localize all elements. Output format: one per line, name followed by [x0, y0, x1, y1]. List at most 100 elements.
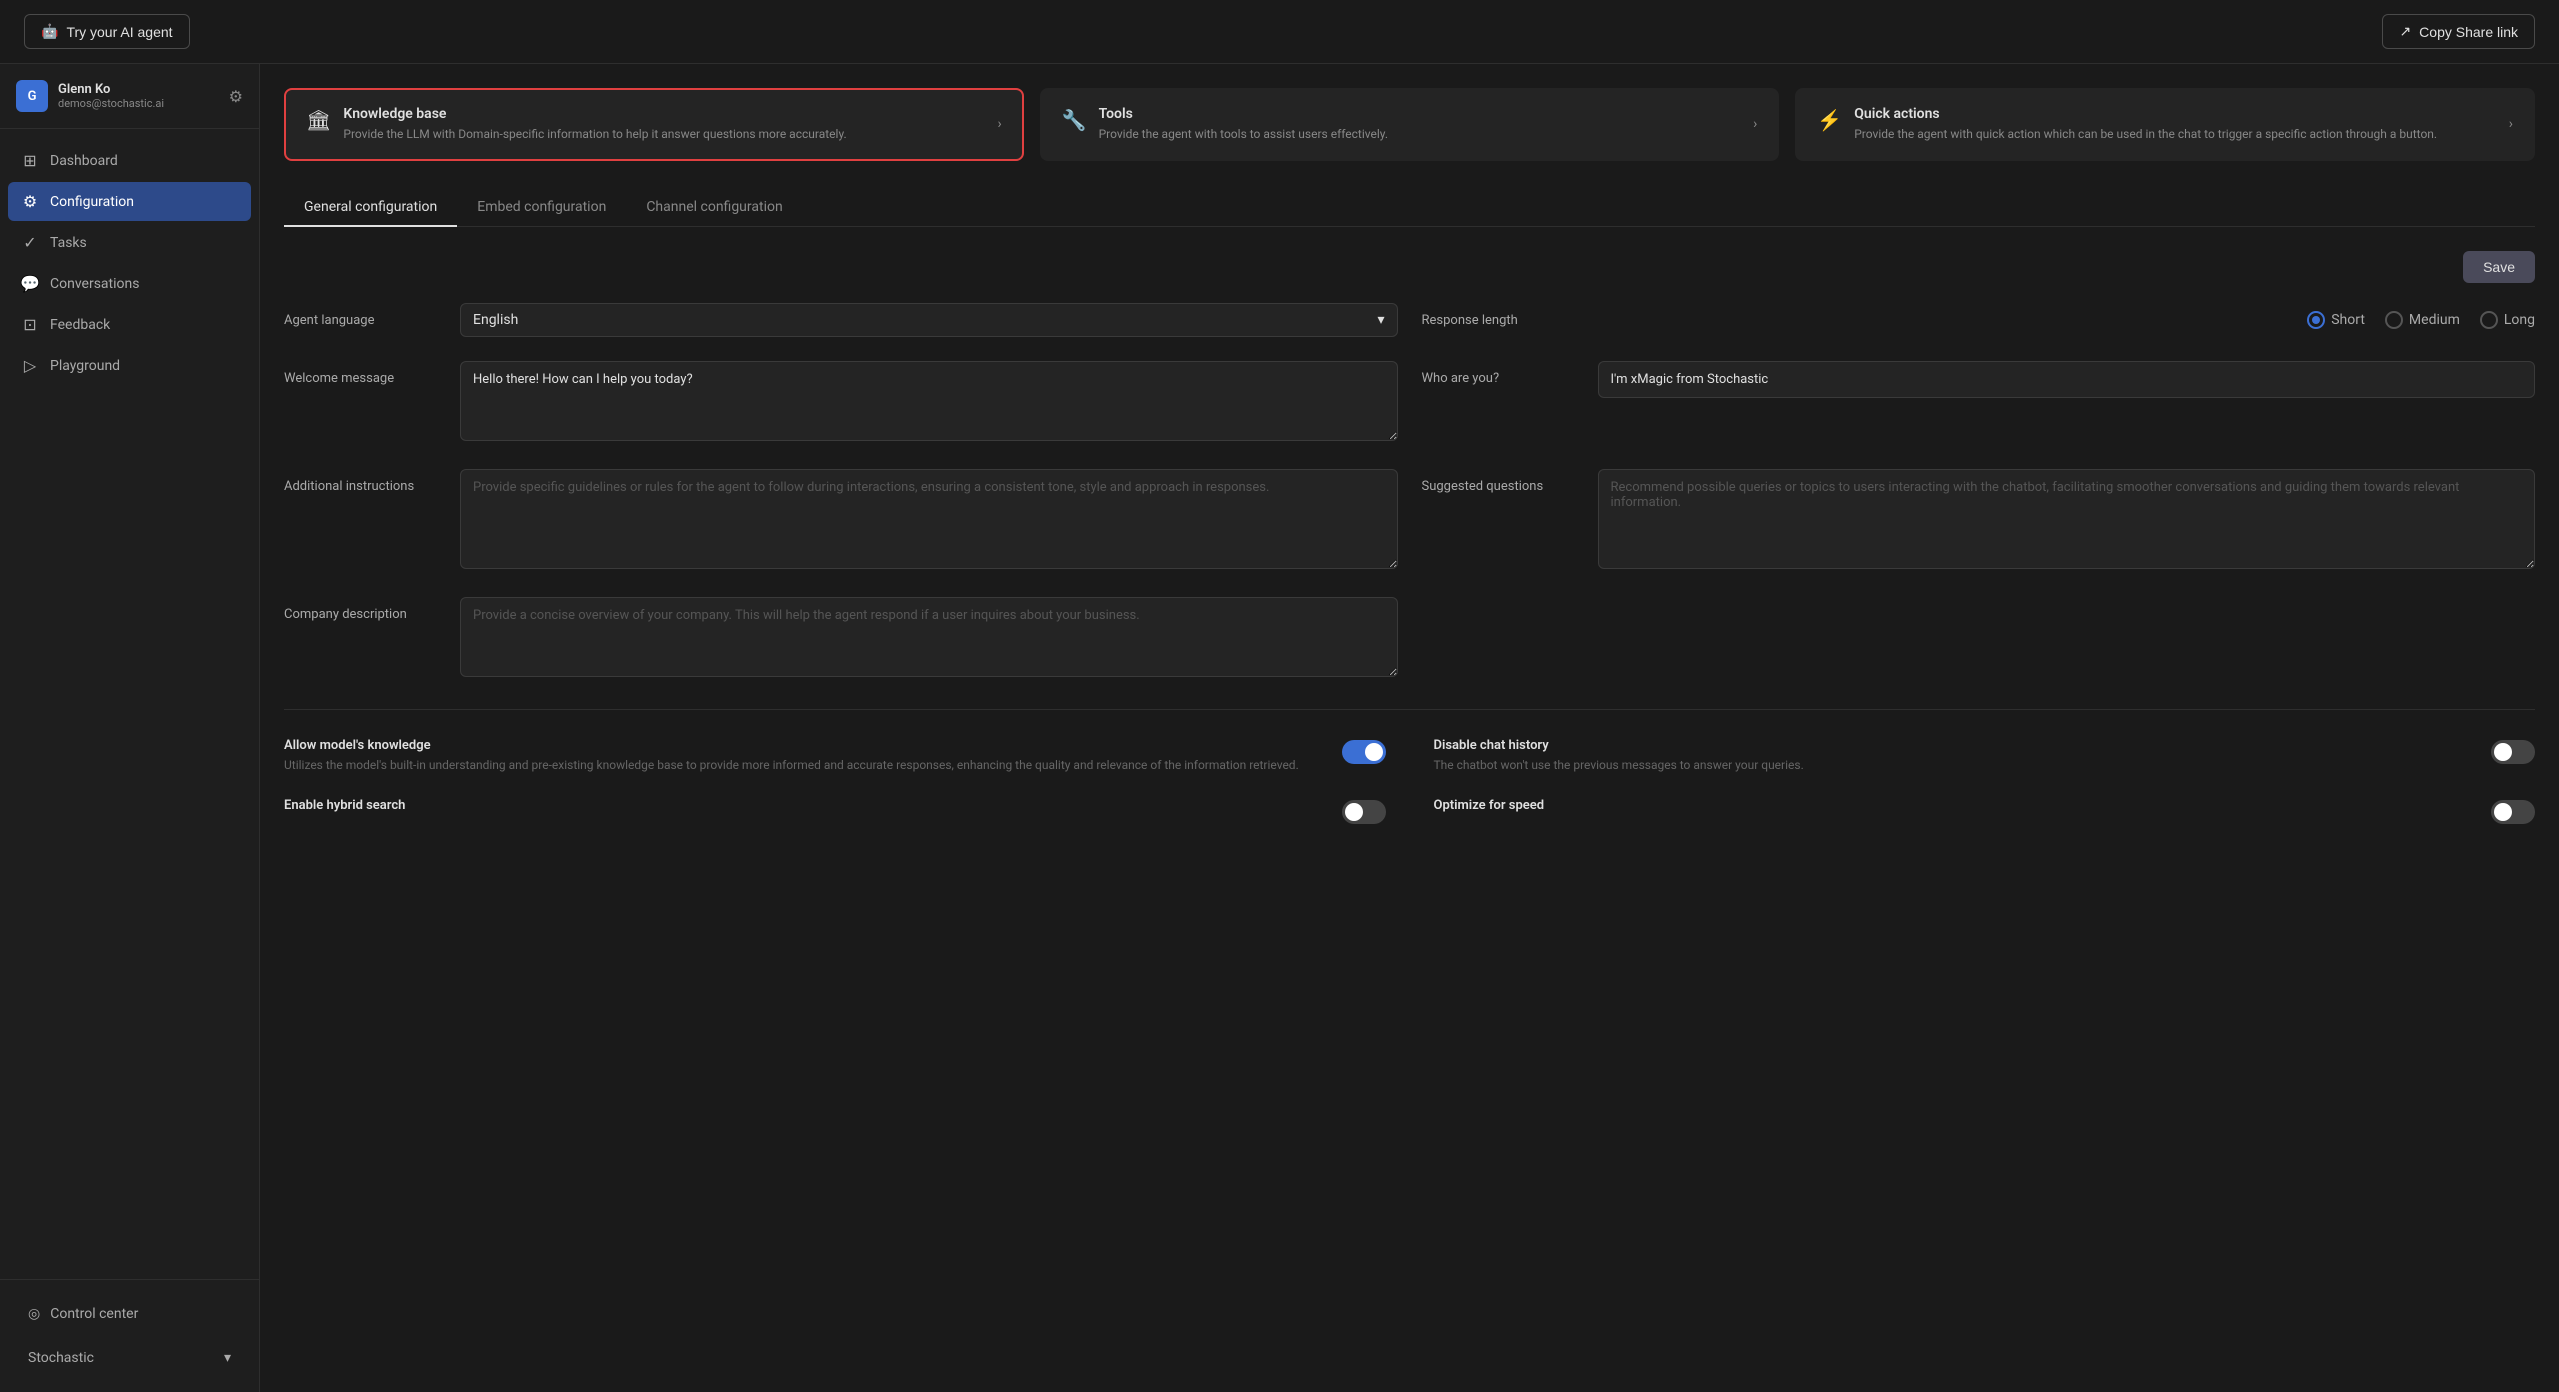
radio-circle-short — [2307, 311, 2325, 329]
suggested-questions-input[interactable] — [1598, 469, 2536, 569]
playground-label: Playground — [50, 358, 120, 374]
who-are-you-input[interactable] — [1598, 361, 2536, 398]
tab-embed[interactable]: Embed configuration — [457, 189, 626, 227]
user-email: demos@stochastic.ai — [58, 97, 164, 110]
feedback-label: Feedback — [50, 317, 110, 333]
robot-icon: 🤖 — [41, 23, 58, 40]
configuration-icon: ⚙ — [20, 192, 40, 211]
radio-circle-medium — [2385, 311, 2403, 329]
welcome-message-input[interactable]: Hello there! How can I help you today? — [460, 361, 1398, 441]
welcome-message-control: Hello there! How can I help you today? — [460, 361, 1398, 445]
config-header: Save — [284, 251, 2535, 283]
sidebar-item-configuration[interactable]: ⚙ Configuration — [8, 182, 251, 221]
avatar: G — [16, 80, 48, 112]
toggle-slider-enable-hybrid-search — [1342, 800, 1386, 824]
toggle-info-optimize-for-speed: Optimize for speed — [1434, 798, 2476, 817]
feedback-icon: ⊡ — [20, 315, 40, 334]
copy-share-button[interactable]: ↗ Copy Share link — [2382, 14, 2535, 49]
try-agent-button[interactable]: 🤖 Try your AI agent — [24, 14, 190, 49]
settings-icon[interactable]: ⚙ — [229, 87, 243, 106]
response-option-long[interactable]: Long — [2480, 311, 2535, 329]
dashboard-label: Dashboard — [50, 153, 118, 169]
toggle-row-disable-chat-history: Disable chat history The chatbot won't u… — [1434, 738, 2536, 774]
toggle-knob-disable-chat-history — [2494, 743, 2512, 761]
toggle-switch-enable-hybrid-search[interactable] — [1342, 800, 1386, 824]
toggle-slider-allow-model-knowledge — [1342, 740, 1386, 764]
agent-language-item: Agent language English ▾ — [284, 303, 1398, 337]
toggle-row-optimize-for-speed: Optimize for speed — [1434, 798, 2536, 824]
kb-card-title-quick-actions: Quick actions — [1854, 106, 2437, 122]
toggle-info-disable-chat-history: Disable chat history The chatbot won't u… — [1434, 738, 2476, 774]
topbar: 🤖 Try your AI agent ↗ Copy Share link — [0, 0, 2559, 64]
toggle-title-allow-model-knowledge: Allow model's knowledge — [284, 738, 1326, 753]
chevron-down-icon: ▾ — [224, 1350, 231, 1366]
tab-channel[interactable]: Channel configuration — [626, 189, 802, 227]
chevron-down-icon: ▾ — [1377, 312, 1384, 328]
additional-instructions-input[interactable] — [460, 469, 1398, 569]
additional-instructions-label: Additional instructions — [284, 469, 444, 494]
kb-card-left-quick-actions: ⚡ Quick actions Provide the agent with q… — [1817, 106, 2437, 143]
suggested-questions-item: Suggested questions — [1422, 469, 2536, 573]
kb-card-tools[interactable]: 🔧 Tools Provide the agent with tools to … — [1040, 88, 1780, 161]
response-option-short[interactable]: Short — [2307, 311, 2365, 329]
workspace-selector[interactable]: Stochastic ▾ — [16, 1340, 243, 1376]
company-description-item: Company description — [284, 597, 1398, 681]
control-center-icon: ◎ — [28, 1306, 40, 1322]
main-layout: G Glenn Ko demos@stochastic.ai ⚙ ⊞ Dashbo… — [0, 64, 2559, 1392]
welcome-message-row: Welcome message Hello there! How can I h… — [284, 361, 2535, 445]
company-description-input[interactable] — [460, 597, 1398, 677]
toggle-title-disable-chat-history: Disable chat history — [1434, 738, 2476, 753]
user-name: Glenn Ko — [58, 82, 164, 97]
toggle-desc-allow-model-knowledge: Utilizes the model's built-in understand… — [284, 757, 1326, 774]
who-are-you-label: Who are you? — [1422, 361, 1582, 386]
sidebar-bottom: ◎ Control center Stochastic ▾ — [0, 1279, 259, 1392]
chevron-right-icon: › — [1753, 116, 1757, 132]
knowledge-base-icon: 🏛 — [306, 108, 331, 132]
response-length-item: Response length Short Medium Long — [1422, 303, 2536, 329]
workspace-label: Stochastic — [28, 1350, 94, 1366]
additional-instructions-control — [460, 469, 1398, 573]
configuration-label: Configuration — [50, 194, 134, 210]
response-option-medium[interactable]: Medium — [2385, 311, 2460, 329]
company-description-label: Company description — [284, 597, 444, 622]
kb-card-desc-quick-actions: Provide the agent with quick action whic… — [1854, 126, 2437, 143]
additional-instructions-item: Additional instructions — [284, 469, 1398, 573]
user-info: G Glenn Ko demos@stochastic.ai — [16, 80, 164, 112]
toggle-row-enable-hybrid-search: Enable hybrid search — [284, 798, 1386, 824]
quick-actions-icon: ⚡ — [1817, 108, 1842, 132]
kb-cards-grid: 🏛 Knowledge base Provide the LLM with Do… — [284, 88, 2535, 161]
toggle-switch-disable-chat-history[interactable] — [2491, 740, 2535, 764]
agent-language-control: English ▾ — [460, 303, 1398, 337]
conversations-label: Conversations — [50, 276, 139, 292]
toggle-switch-allow-model-knowledge[interactable] — [1342, 740, 1386, 764]
sidebar-item-tasks[interactable]: ✓Tasks — [8, 223, 251, 262]
kb-card-quick-actions[interactable]: ⚡ Quick actions Provide the agent with q… — [1795, 88, 2535, 161]
response-length-label: Response length — [1422, 303, 1582, 328]
response-option-label-medium: Medium — [2409, 312, 2460, 328]
tab-general[interactable]: General configuration — [284, 189, 457, 227]
topbar-right: ↗ Copy Share link — [2382, 14, 2535, 49]
toggle-knob-optimize-for-speed — [2494, 803, 2512, 821]
sidebar-item-feedback[interactable]: ⊡ Feedback — [8, 305, 251, 344]
tasks-icon: ✓ — [20, 233, 40, 252]
sidebar-item-conversations[interactable]: 💬 Conversations — [8, 264, 251, 303]
kb-card-knowledge-base[interactable]: 🏛 Knowledge base Provide the LLM with Do… — [284, 88, 1024, 161]
save-button[interactable]: Save — [2463, 251, 2535, 283]
dashboard-icon: ⊞ — [20, 151, 40, 170]
who-are-you-control — [1598, 361, 2536, 398]
control-center-label: Control center — [50, 1306, 138, 1322]
sidebar-item-dashboard[interactable]: ⊞ Dashboard — [8, 141, 251, 180]
agent-language-label: Agent language — [284, 303, 444, 328]
radio-circle-long — [2480, 311, 2498, 329]
language-dropdown[interactable]: English ▾ — [460, 303, 1398, 337]
toggle-knob-allow-model-knowledge — [1365, 743, 1383, 761]
sidebar-item-playground[interactable]: ▷Playground — [8, 346, 251, 385]
control-center-item[interactable]: ◎ Control center — [16, 1296, 243, 1332]
try-agent-label: Try your AI agent — [66, 24, 172, 40]
toggle-row-allow-model-knowledge: Allow model's knowledge Utilizes the mod… — [284, 738, 1386, 774]
response-option-label-short: Short — [2331, 312, 2365, 328]
response-option-label-long: Long — [2504, 312, 2535, 328]
conversations-icon: 💬 — [20, 274, 40, 293]
toggle-switch-optimize-for-speed[interactable] — [2491, 800, 2535, 824]
user-details: Glenn Ko demos@stochastic.ai — [58, 82, 164, 110]
